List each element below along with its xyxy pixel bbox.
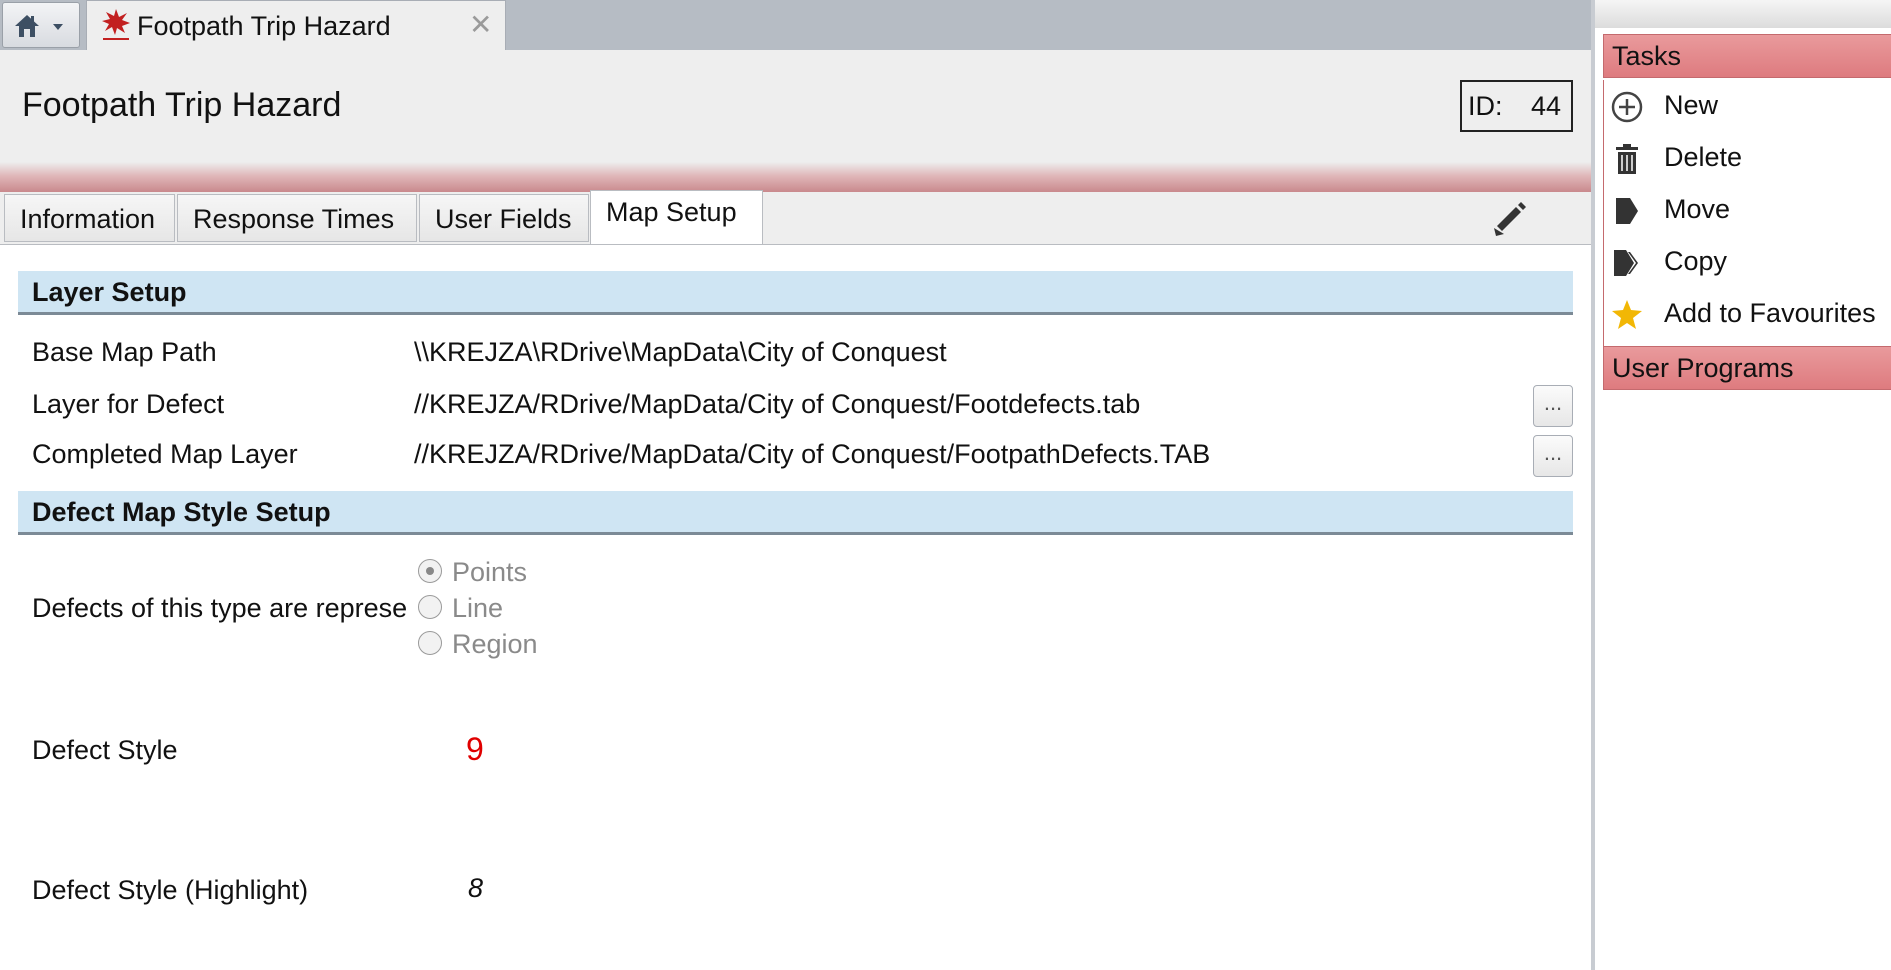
defect-style-label: Defect Style <box>32 735 178 765</box>
record-id-box: ID: 44 <box>1460 80 1573 132</box>
radio-points-indicator[interactable] <box>418 558 442 583</box>
defect-map-style-header: Defect Map Style Setup <box>18 491 1573 535</box>
close-tab-icon[interactable]: ✕ <box>469 8 492 41</box>
star-icon <box>1612 300 1642 329</box>
move-icon <box>1616 198 1638 224</box>
layer-setup-header: Layer Setup <box>18 271 1573 315</box>
page-title: Footpath Trip Hazard <box>22 86 342 124</box>
tab-response-times[interactable]: Response Times <box>177 194 417 242</box>
base-map-path-value: \\KREJZA\RDrive\MapData\City of Conquest <box>414 337 947 367</box>
chevron-down-icon <box>53 24 63 30</box>
browse-layer-for-defect-button[interactable]: ... <box>1533 385 1573 427</box>
tab-map-setup[interactable]: Map Setup <box>590 190 763 244</box>
tab-user-fields[interactable]: User Fields <box>419 194 589 242</box>
layer-for-defect-value: //KREJZA/RDrive/MapData/City of Conquest… <box>414 389 1141 419</box>
defect-style-highlight-sample[interactable]: 8 <box>468 873 483 904</box>
completed-map-layer-label: Completed Map Layer <box>32 439 298 469</box>
user-programs-header[interactable]: User Programs <box>1603 346 1891 390</box>
task-move[interactable]: Move <box>1604 184 1891 236</box>
home-menu-button[interactable] <box>2 2 80 48</box>
task-new[interactable]: New <box>1604 80 1891 132</box>
top-tab-strip: Footpath Trip Hazard ✕ <box>0 0 1591 50</box>
tab-bar: Information Response Times User Fields M… <box>0 190 1591 244</box>
radio-points[interactable]: Points <box>418 557 527 588</box>
radio-points-label: Points <box>452 557 528 587</box>
radio-line-indicator[interactable] <box>418 594 442 619</box>
hazard-icon <box>102 9 130 40</box>
task-add-to-favourites[interactable]: Add to Favourites <box>1604 288 1891 340</box>
task-new-label: New <box>1664 90 1719 120</box>
task-add-to-favourites-label: Add to Favourites <box>1664 298 1876 328</box>
plus-circle-icon <box>1611 91 1643 123</box>
document-tab-title: Footpath Trip Hazard <box>137 11 391 41</box>
radio-line-label: Line <box>452 593 504 623</box>
radio-region-indicator[interactable] <box>418 630 442 655</box>
radio-region[interactable]: Region <box>418 629 538 660</box>
completed-map-layer-value: //KREJZA/RDrive/MapData/City of Conquest… <box>414 439 1211 469</box>
task-move-label: Move <box>1664 194 1731 224</box>
id-value: 44 <box>1531 91 1562 121</box>
task-copy-label: Copy <box>1664 246 1728 276</box>
map-setup-panel: Layer Setup Base Map Path \\KREJZA\RDriv… <box>0 244 1591 970</box>
layer-for-defect-label: Layer for Defect <box>32 389 225 419</box>
record-header: Footpath Trip Hazard ID: 44 <box>0 50 1591 192</box>
task-copy[interactable]: Copy <box>1604 236 1891 288</box>
task-delete-label: Delete <box>1664 142 1743 172</box>
browse-completed-map-layer-button[interactable]: ... <box>1533 435 1573 477</box>
id-label: ID: <box>1468 91 1503 121</box>
task-list: New Delete Move Copy Add to Favourites <box>1603 80 1891 350</box>
tasks-header[interactable]: Tasks <box>1603 34 1891 78</box>
defect-style-sample[interactable]: 9 <box>466 731 484 768</box>
defect-style-highlight-label: Defect Style (Highlight) <box>32 875 309 905</box>
task-delete[interactable]: Delete <box>1604 132 1891 184</box>
copy-icon <box>1614 250 1638 276</box>
edit-pencil-icon[interactable] <box>1488 198 1528 238</box>
tab-information[interactable]: Information <box>4 194 175 242</box>
panel-top-strip <box>1595 0 1891 28</box>
home-icon <box>15 15 63 37</box>
radio-region-label: Region <box>452 629 538 659</box>
radio-line[interactable]: Line <box>418 593 503 624</box>
represent-type-label: Defects of this type are represented as <box>32 593 408 623</box>
base-map-path-label: Base Map Path <box>32 337 217 367</box>
document-tab[interactable]: Footpath Trip Hazard ✕ <box>86 0 506 50</box>
trash-icon <box>1616 144 1638 174</box>
right-task-panel: Tasks New Delete Move Copy Add to Favour… <box>1591 0 1891 970</box>
